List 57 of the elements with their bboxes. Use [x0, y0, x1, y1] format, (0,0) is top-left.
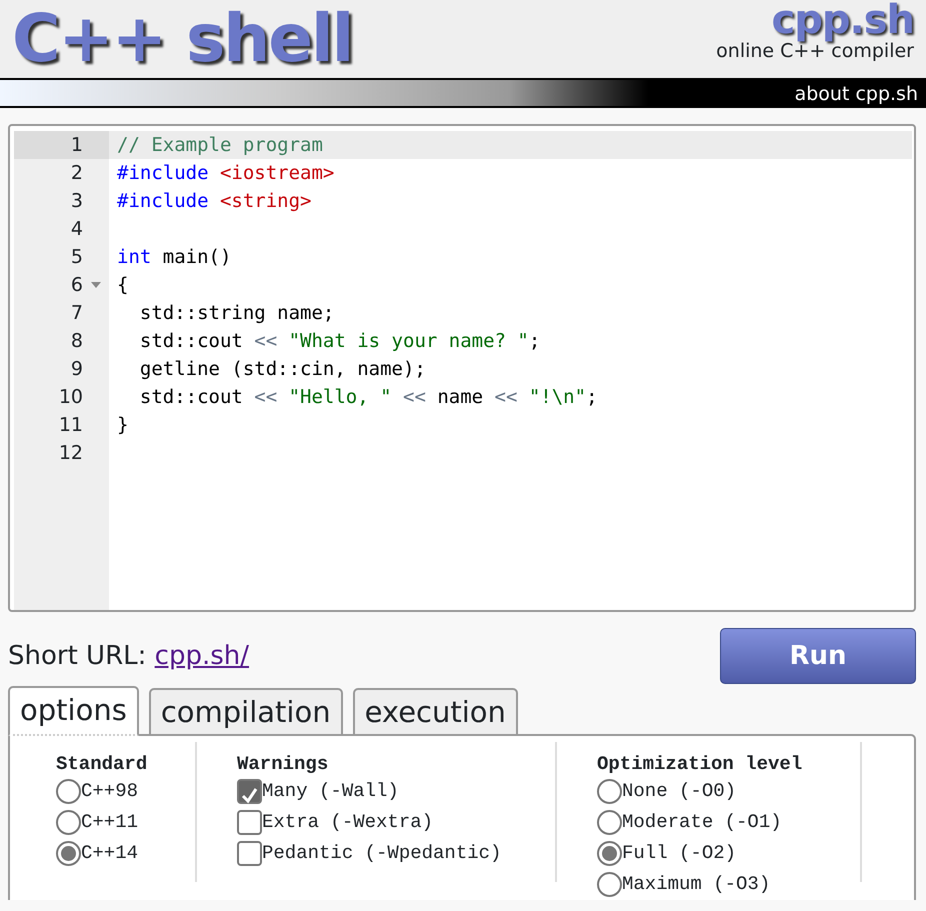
option-label[interactable]: C++14: [81, 838, 138, 869]
code-line: #include <string>: [117, 190, 312, 212]
option-label[interactable]: C++11: [81, 807, 138, 838]
group-title: Warnings: [237, 752, 330, 776]
code-line: std::string name;: [138, 302, 334, 324]
about-link[interactable]: about cpp.sh: [794, 80, 918, 106]
brand-name: cpp.sh: [772, 0, 914, 40]
option-label[interactable]: Many (-Wall): [262, 776, 399, 807]
short-url-label: Short URL: cpp.sh/: [8, 640, 250, 672]
radio-button[interactable]: [597, 810, 622, 835]
checkbox[interactable]: [237, 779, 262, 804]
option-label[interactable]: Extra (-Wextra): [262, 807, 434, 838]
line-number: 3: [70, 188, 83, 214]
option-label[interactable]: Pedantic (-Wpedantic): [262, 838, 502, 869]
code-editor[interactable]: [8, 124, 916, 612]
line-number: 6: [70, 272, 83, 298]
tab[interactable]: compilation: [148, 688, 343, 734]
group-title: Optimization level: [597, 752, 804, 776]
radio-button[interactable]: [56, 779, 81, 804]
line-number: 1: [70, 132, 83, 158]
fold-arrow-icon[interactable]: [91, 282, 101, 288]
site-logo: C++ shell: [12, 0, 352, 78]
line-number: 9: [70, 356, 83, 382]
line-number: 8: [70, 328, 83, 354]
group-title: Standard: [56, 752, 148, 776]
radio-button[interactable]: [597, 872, 622, 897]
code-line: int main(): [117, 246, 232, 268]
tab[interactable]: options: [8, 686, 139, 736]
line-number: 12: [58, 440, 83, 466]
code-line: {: [117, 274, 128, 296]
radio-button[interactable]: [56, 810, 81, 835]
line-number: 10: [58, 384, 83, 410]
short-url-link[interactable]: cpp.sh/: [154, 640, 250, 670]
line-number: 5: [70, 244, 83, 270]
option-label[interactable]: Full (-O2): [622, 838, 736, 869]
option-label[interactable]: C++98: [81, 776, 138, 807]
line-number: 2: [70, 160, 83, 186]
checkbox[interactable]: [237, 810, 262, 835]
code-line: #include <iostream>: [117, 162, 334, 184]
run-button[interactable]: Run: [720, 628, 916, 684]
radio-button[interactable]: [597, 779, 622, 804]
code-line: getline (std::cin, name);: [138, 358, 426, 380]
code-line: std::cout << "What is your name? ";: [138, 330, 540, 352]
tab[interactable]: execution: [352, 688, 518, 734]
code-line: }: [117, 414, 128, 436]
option-label[interactable]: Moderate (-O1): [622, 807, 782, 838]
checkbox[interactable]: [237, 841, 262, 866]
radio-button[interactable]: [597, 841, 622, 866]
code-line: std::cout << "Hello, " << name << "!\n";: [138, 386, 598, 408]
option-label[interactable]: None (-O0): [622, 776, 736, 807]
option-label[interactable]: Maximum (-O3): [622, 869, 770, 900]
radio-button[interactable]: [56, 841, 81, 866]
line-number: 11: [58, 412, 83, 438]
code-line: // Example program: [117, 134, 323, 156]
line-number: 7: [70, 300, 83, 326]
tagline: online C++ compiler: [716, 40, 914, 62]
line-number: 4: [70, 216, 83, 242]
